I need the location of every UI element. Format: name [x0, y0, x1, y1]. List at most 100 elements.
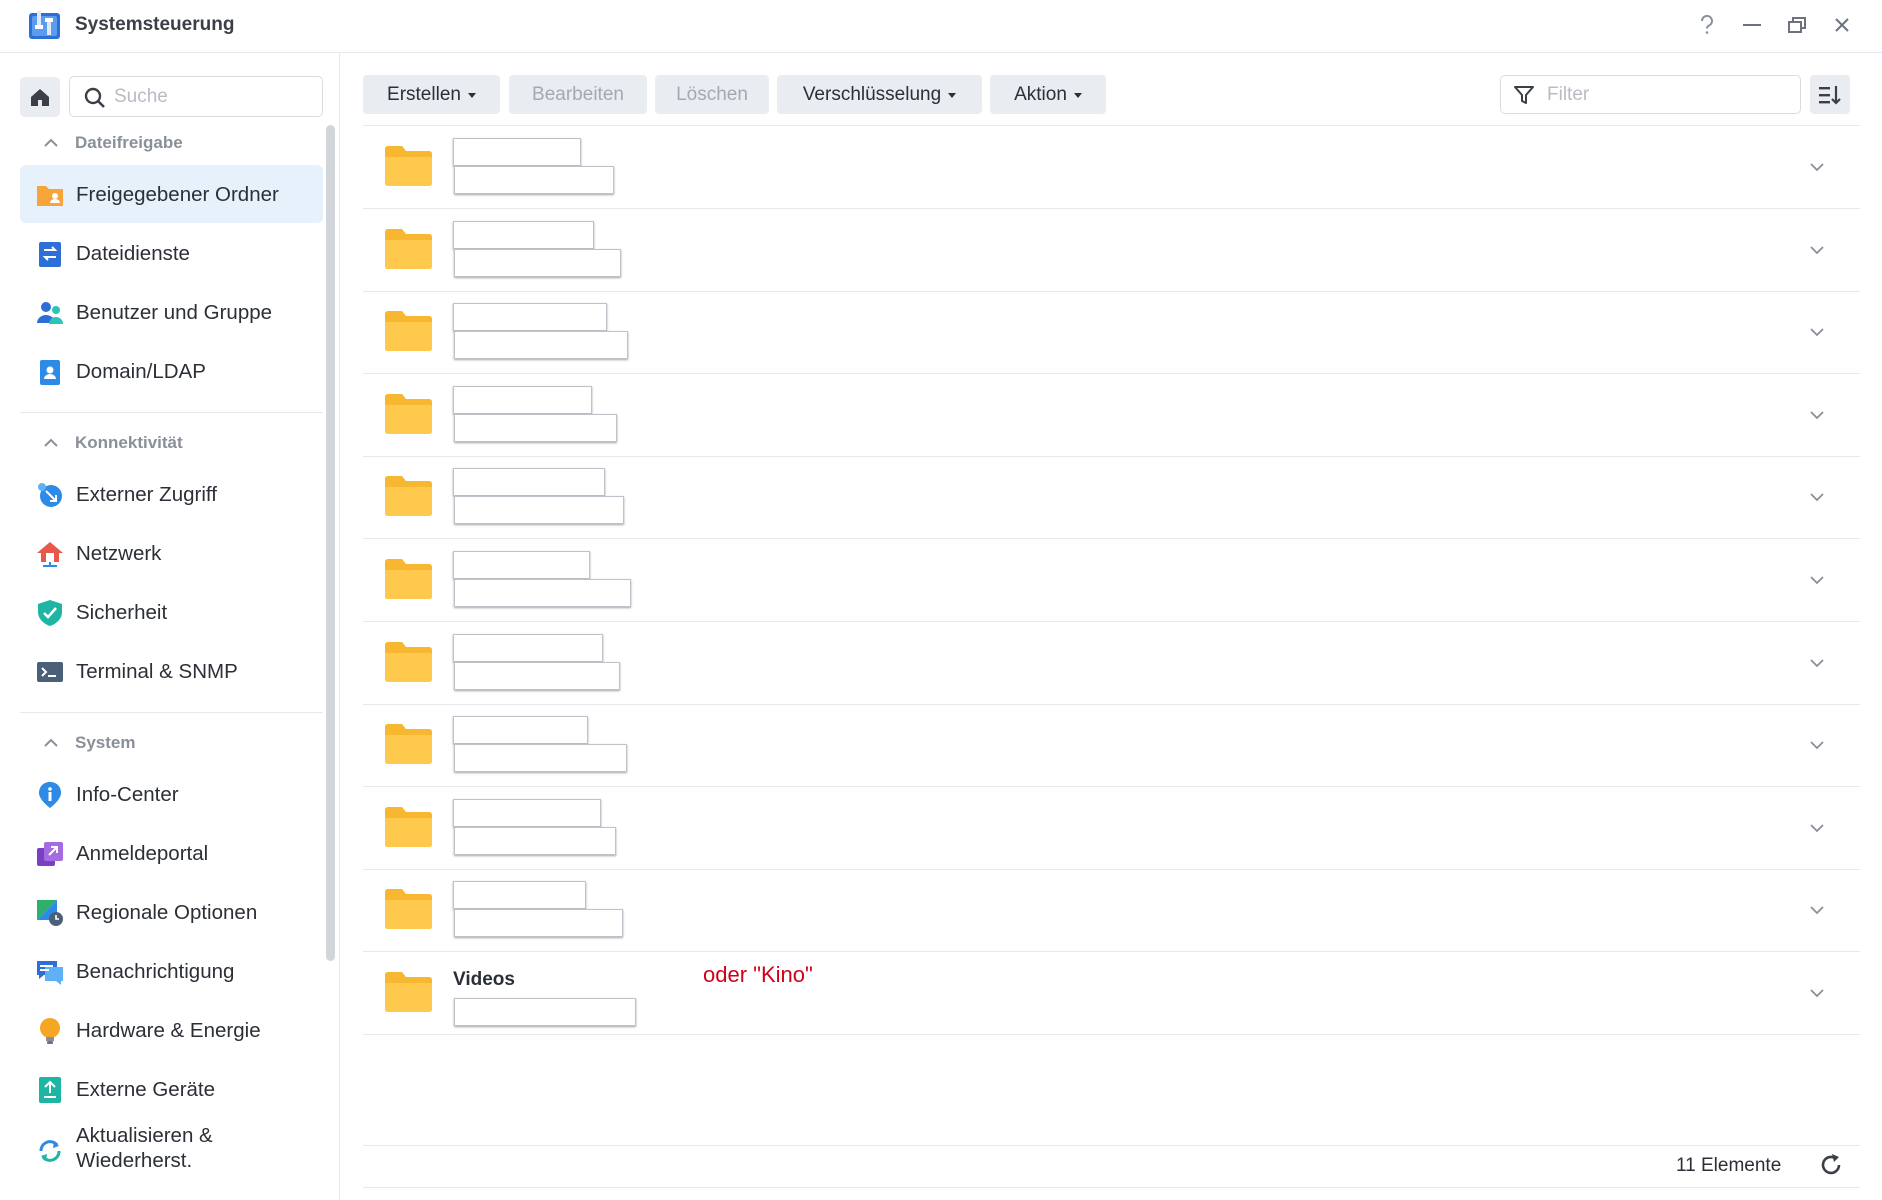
caret-down-icon [948, 93, 957, 98]
chevron-down-icon[interactable] [1807, 900, 1827, 920]
folder-row[interactable] [363, 704, 1860, 788]
folder-icon [385, 641, 432, 682]
folder-row[interactable] [363, 787, 1860, 870]
encryption-dropdown-button[interactable]: Verschlüsselung [777, 75, 982, 114]
folder-row[interactable] [363, 869, 1860, 953]
edit-button[interactable]: Bearbeiten [509, 75, 647, 114]
sidebar-item-shared-folder[interactable]: Freigegebener Ordner [20, 165, 323, 223]
action-dropdown-button[interactable]: Aktion [990, 75, 1106, 114]
chevron-down-icon[interactable] [1807, 405, 1827, 425]
chevron-down-icon[interactable] [1807, 240, 1827, 260]
sidebar-item-external-access[interactable]: Externer Zugriff [20, 465, 323, 523]
external-access-icon [38, 483, 62, 507]
sidebar-item-notification[interactable]: Benachrichtigung [20, 942, 323, 1000]
sidebar-item-label: Sicherheit [76, 600, 168, 624]
chevron-down-icon[interactable] [1807, 570, 1827, 590]
folder-row[interactable] [363, 539, 1860, 622]
folder-row[interactable] [363, 622, 1860, 705]
caret-down-icon [1073, 93, 1082, 98]
sidebar-item-info-center[interactable]: Info-Center [20, 765, 323, 823]
footer-bottom-divider [363, 1187, 1860, 1188]
redaction-box [453, 138, 581, 166]
sidebar-item-network[interactable]: Netzwerk [20, 524, 323, 582]
chevron-down-icon[interactable] [1807, 818, 1827, 838]
folder-row[interactable] [363, 291, 1860, 375]
chevron-down-icon[interactable] [1807, 322, 1827, 342]
redaction-box [454, 744, 627, 773]
chevron-down-icon[interactable] [1807, 735, 1827, 755]
create-dropdown-button[interactable]: Erstellen [363, 75, 500, 114]
file-services-icon [39, 242, 61, 267]
sidebar-item-label: Anmeldeportal [76, 841, 209, 865]
folder-icon [385, 228, 432, 269]
restore-icon[interactable] [1778, 8, 1816, 42]
folder-row[interactable] [363, 374, 1860, 457]
sidebar-item-label: Externer Zugriff [76, 482, 217, 506]
sidebar-item-regional-options[interactable]: Regionale Optionen [20, 883, 323, 941]
sidebar-item-terminal-snmp[interactable]: Terminal & SNMP [20, 642, 323, 700]
chevron-down-icon[interactable] [1807, 157, 1827, 177]
chevron-down-icon[interactable] [1807, 487, 1827, 507]
chevron-up-icon [44, 138, 58, 147]
chevron-down-icon[interactable] [1807, 653, 1827, 673]
sidebar-item-users-groups[interactable]: Benutzer und Gruppe [20, 283, 323, 341]
delete-button[interactable]: Löschen [655, 75, 769, 114]
home-icon [31, 89, 49, 106]
redaction-box [453, 633, 603, 662]
redaction-box [454, 661, 620, 690]
sidebar-item-label: Benachrichtigung [76, 959, 235, 983]
sidebar-scrollbar[interactable] [326, 125, 335, 961]
sidebar-item-hardware-power[interactable]: Hardware & Energie [20, 1001, 323, 1059]
section-title: Dateifreigabe [75, 133, 183, 152]
folder-row[interactable] [363, 456, 1860, 540]
redaction-box [454, 909, 623, 938]
chevron-down-icon[interactable] [1807, 983, 1827, 1003]
login-portal-icon [37, 842, 63, 866]
help-icon[interactable] [1688, 8, 1726, 42]
sidebar-item-domain-ldap[interactable]: Domain/LDAP [20, 342, 323, 400]
redaction-box [453, 468, 605, 497]
minimize-icon[interactable] [1733, 8, 1771, 42]
sort-button[interactable] [1810, 75, 1850, 114]
sidebar-item-external-devices[interactable]: Externe Geräte [20, 1060, 323, 1118]
section-header-file-sharing[interactable]: Dateifreigabe [40, 129, 320, 157]
delete-label: Löschen [676, 83, 748, 105]
redaction-box [454, 248, 621, 277]
redaction-box [453, 551, 590, 579]
refresh-icon[interactable] [1818, 1152, 1844, 1178]
close-icon[interactable] [1823, 8, 1861, 42]
folder-row[interactable] [363, 126, 1860, 209]
users-icon [37, 302, 63, 324]
chevron-up-icon [44, 438, 58, 447]
sidebar-search[interactable] [69, 76, 323, 117]
search-input[interactable] [114, 83, 310, 111]
sidebar-item-label: Hardware & Energie [76, 1018, 261, 1042]
sidebar-item-file-services[interactable]: Dateidienste [20, 224, 323, 282]
section-header-system[interactable]: System [40, 729, 320, 757]
filter-input[interactable] [1547, 82, 1787, 108]
section-header-connectivity[interactable]: Konnektivität [40, 429, 320, 457]
redaction-box [454, 579, 631, 607]
folder-row[interactable] [363, 209, 1860, 292]
title-bar: Systemsteuerung [0, 0, 1882, 53]
sidebar-item-label: Domain/LDAP [76, 359, 206, 383]
home-button[interactable] [20, 77, 60, 117]
search-icon [84, 87, 105, 108]
domain-ldap-icon [40, 360, 60, 385]
filter-field[interactable] [1500, 75, 1801, 114]
folder-icon [385, 146, 432, 186]
sidebar-item-update-restore[interactable]: Aktualisieren & Wiederherst. [20, 1119, 323, 1179]
redaction-box [454, 413, 617, 442]
sidebar-item-security[interactable]: Sicherheit [20, 583, 323, 641]
redaction-box [454, 826, 616, 855]
sidebar-item-label: Info-Center [76, 782, 179, 806]
redaction-box [453, 220, 594, 249]
folder-row[interactable]: Videos [363, 952, 1860, 1035]
sidebar-item-label: Benutzer und Gruppe [76, 300, 273, 324]
sidebar-item-label: Freigegebener Ordner [76, 182, 279, 206]
folder-name: Videos [453, 969, 515, 990]
sidebar-item-login-portal[interactable]: Anmeldeportal [20, 824, 323, 882]
regional-options-icon [37, 900, 63, 926]
folder-icon [385, 476, 432, 517]
sidebar-item-label: Aktualisieren & Wiederherst. [76, 1124, 213, 1172]
